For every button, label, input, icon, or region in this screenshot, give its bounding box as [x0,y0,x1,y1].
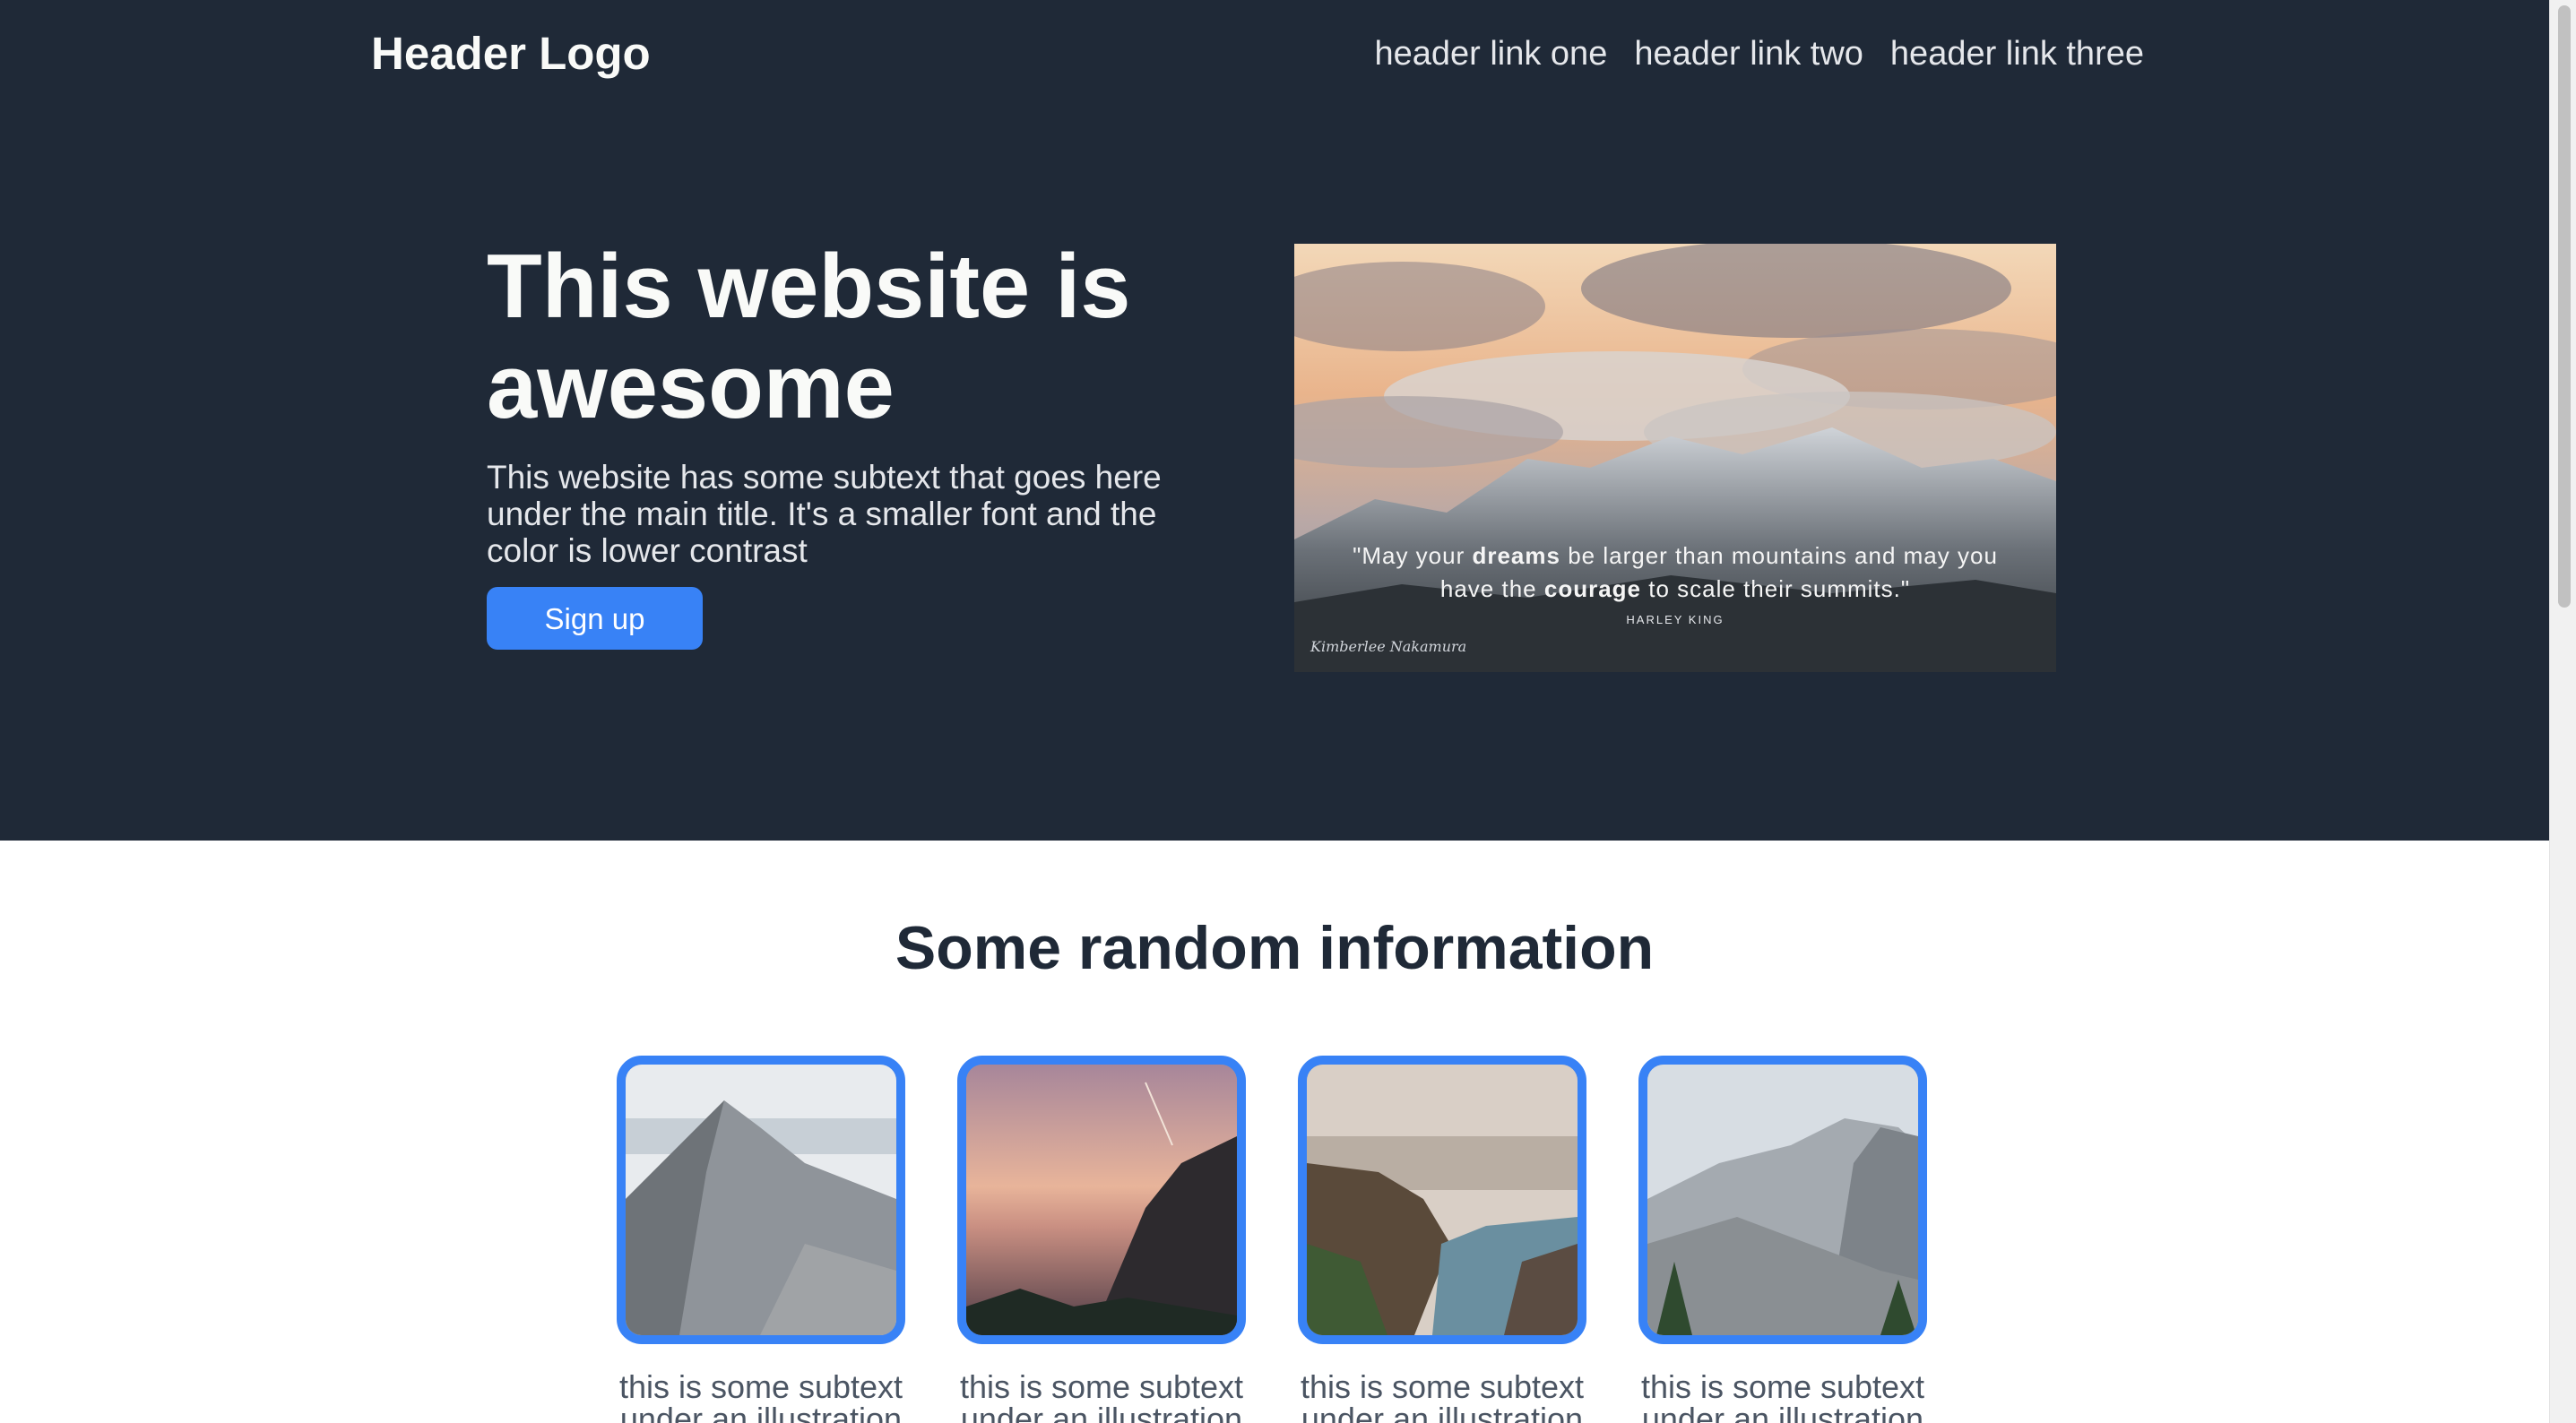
header-link-one[interactable]: header link one [1374,29,1607,79]
info-card: this is some subtext under an illustrati… [957,1056,1246,1423]
card-caption: this is some subtext under an illustrati… [618,1368,903,1423]
info-section-title: Some random information [895,914,1655,982]
hero-image-signature: Kimberlee Nakamura [1310,638,1467,655]
vertical-scrollbar[interactable] [2549,0,2576,1423]
hero-image-quote-author: HARLEY KING [1626,613,1725,626]
header-logo[interactable]: Header Logo [371,25,651,82]
card-image-valley-dome [1638,1056,1927,1344]
page: Header Logo header link one header link … [0,0,2576,1423]
info-card: this is some subtext under an illustrati… [617,1056,905,1423]
header-link-two[interactable]: header link two [1634,29,1863,79]
mountain-illustration [1294,244,2056,672]
hero-subtext: This website has some subtext that goes … [487,459,1162,569]
card-image-waterfall-cove [1298,1056,1586,1344]
info-card: this is some subtext under an illustrati… [1638,1056,1927,1423]
sign-up-button[interactable]: Sign up [487,587,703,650]
card-caption: this is some subtext under an illustrati… [1640,1368,1925,1423]
card-image-coastal-sunset [957,1056,1246,1344]
card-caption: this is some subtext under an illustrati… [1300,1368,1585,1423]
hero-section: Header Logo header link one header link … [0,0,2549,841]
hero-mountain-image: "May your dreams be larger than mountain… [1294,244,2056,672]
header-link-three[interactable]: header link three [1890,29,2144,79]
card-caption: this is some subtext under an illustrati… [959,1368,1244,1423]
hero-image-quote: "May your dreams be larger than mountain… [1353,542,1998,602]
info-card: this is some subtext under an illustrati… [1298,1056,1586,1423]
card-image-mountain-ridge [617,1056,905,1344]
scrollbar-thumb[interactable] [2558,5,2571,608]
hero-title: This website is awesome [487,237,1131,437]
header-nav: header link one header link two header l… [1374,29,2144,79]
